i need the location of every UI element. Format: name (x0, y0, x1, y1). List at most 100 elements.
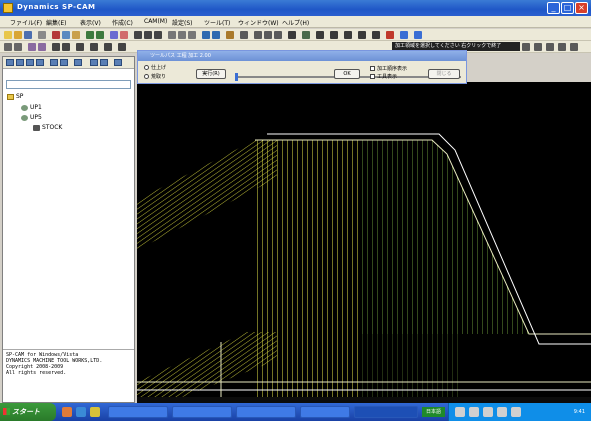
tree-add-icon[interactable] (26, 59, 34, 66)
tree-node-stock[interactable]: STOCK (33, 124, 62, 131)
tree-expand-icon[interactable] (6, 59, 14, 66)
close-button[interactable]: × (575, 2, 588, 14)
toolpath-icon[interactable] (316, 31, 324, 39)
paste-icon[interactable] (72, 31, 80, 39)
menu-create[interactable]: 作成(C) (112, 18, 133, 27)
menu-tools[interactable]: ツール(T) (204, 18, 230, 27)
menu-help[interactable]: ヘルプ(H) (282, 18, 309, 27)
browser-icon[interactable] (62, 407, 72, 417)
redo-icon[interactable] (96, 31, 104, 39)
menu-file[interactable]: ファイル(F) (10, 18, 42, 27)
dimension-icon[interactable] (118, 43, 126, 51)
wireframe-icon[interactable] (570, 43, 578, 51)
rotate-icon[interactable] (178, 31, 186, 39)
line-tool-icon[interactable] (134, 31, 142, 39)
menu-settings[interactable]: 設定(S) (172, 18, 193, 27)
tree-search-icon[interactable] (114, 59, 122, 66)
layer-icon[interactable] (202, 31, 210, 39)
run-button[interactable]: 実行(R) (196, 69, 226, 79)
close-dialog-button[interactable]: 閉じる (428, 69, 460, 79)
zoom-in-icon[interactable] (522, 43, 530, 51)
pan-icon[interactable] (120, 31, 128, 39)
save-icon[interactable] (24, 31, 32, 39)
zoom-icon[interactable] (110, 31, 118, 39)
trim-icon[interactable] (62, 43, 70, 51)
help-icon[interactable] (414, 31, 422, 39)
view-front-icon[interactable] (264, 31, 272, 39)
update-icon[interactable] (497, 407, 507, 417)
previous-view-icon[interactable] (558, 43, 566, 51)
taskbar-window-4[interactable] (300, 406, 350, 418)
undo-icon[interactable] (86, 31, 94, 39)
menu-cam[interactable]: CAM(M) (144, 18, 167, 25)
stop-icon[interactable] (386, 31, 394, 39)
settings-icon[interactable] (400, 31, 408, 39)
stock-icon[interactable] (344, 31, 352, 39)
cad-viewport[interactable] (137, 82, 591, 403)
zoom-window-icon[interactable] (546, 43, 554, 51)
slider-thumb[interactable] (235, 73, 238, 81)
folder-icon[interactable] (90, 407, 100, 417)
language-indicator[interactable]: 日本語 (422, 407, 445, 417)
volume-icon[interactable] (469, 407, 479, 417)
checkbox-tool[interactable]: 工具表示 (370, 73, 397, 80)
new-file-icon[interactable] (4, 31, 12, 39)
fillet-icon[interactable] (76, 43, 84, 51)
ok-button[interactable]: OK (334, 69, 360, 79)
maximize-button[interactable]: □ (561, 2, 574, 14)
tree-node-root[interactable]: SP (7, 93, 23, 100)
tree-collapse-icon[interactable] (16, 59, 24, 66)
radio-finish[interactable]: 仕上げ (144, 64, 166, 71)
grid-icon[interactable] (240, 31, 248, 39)
mirror-icon[interactable] (188, 31, 196, 39)
delete-icon[interactable] (14, 43, 22, 51)
point-icon[interactable] (28, 43, 36, 51)
network-icon[interactable] (455, 407, 465, 417)
tool-icon[interactable] (358, 31, 366, 39)
tree-node-up5[interactable]: UP5 (21, 114, 42, 121)
copy-icon[interactable] (62, 31, 70, 39)
circle-tool-icon[interactable] (154, 31, 162, 39)
post-icon[interactable] (372, 31, 380, 39)
tree-delete-icon[interactable] (36, 59, 44, 66)
tree-properties-icon[interactable] (90, 59, 98, 66)
tree-refresh-icon[interactable] (100, 59, 108, 66)
taskbar-window-3[interactable] (236, 406, 296, 418)
tree-node-up1[interactable]: UP1 (21, 104, 42, 111)
move-icon[interactable] (168, 31, 176, 39)
offset-icon[interactable] (52, 43, 60, 51)
view-top-icon[interactable] (254, 31, 262, 39)
taskbar-window-active[interactable] (354, 406, 418, 418)
start-button[interactable]: スタート (0, 403, 56, 421)
security-icon[interactable] (483, 407, 493, 417)
chamfer-icon[interactable] (90, 43, 98, 51)
arc-tool-icon[interactable] (144, 31, 152, 39)
taskbar-window-1[interactable] (108, 406, 168, 418)
tree-copy-icon[interactable] (74, 59, 82, 66)
cut-icon[interactable] (52, 31, 60, 39)
radio-rough[interactable]: 荒取り (144, 73, 166, 80)
shade-icon[interactable] (302, 31, 310, 39)
checkbox-order[interactable]: 加工順序表示 (370, 65, 407, 72)
simulate-icon[interactable] (330, 31, 338, 39)
iso-view-icon[interactable] (288, 31, 296, 39)
battery-icon[interactable] (511, 407, 521, 417)
menu-view[interactable]: 表示(V) (80, 18, 101, 27)
measure-icon[interactable] (226, 31, 234, 39)
zoom-out-icon[interactable] (534, 43, 542, 51)
print-icon[interactable] (38, 31, 46, 39)
tree-filter-input[interactable] (6, 80, 131, 89)
explorer-icon[interactable] (76, 407, 86, 417)
tree-up-icon[interactable] (50, 59, 58, 66)
snap-icon[interactable] (212, 31, 220, 39)
menu-edit[interactable]: 編集(E) (46, 18, 66, 27)
taskbar-window-2[interactable] (172, 406, 232, 418)
open-folder-icon[interactable] (14, 31, 22, 39)
menu-window[interactable]: ウィンドウ(W) (238, 18, 279, 27)
minimize-button[interactable]: _ (547, 2, 560, 14)
polyline-icon[interactable] (38, 43, 46, 51)
view-side-icon[interactable] (274, 31, 282, 39)
text-tool-icon[interactable] (104, 43, 112, 51)
select-icon[interactable] (4, 43, 12, 51)
tree-down-icon[interactable] (60, 59, 68, 66)
